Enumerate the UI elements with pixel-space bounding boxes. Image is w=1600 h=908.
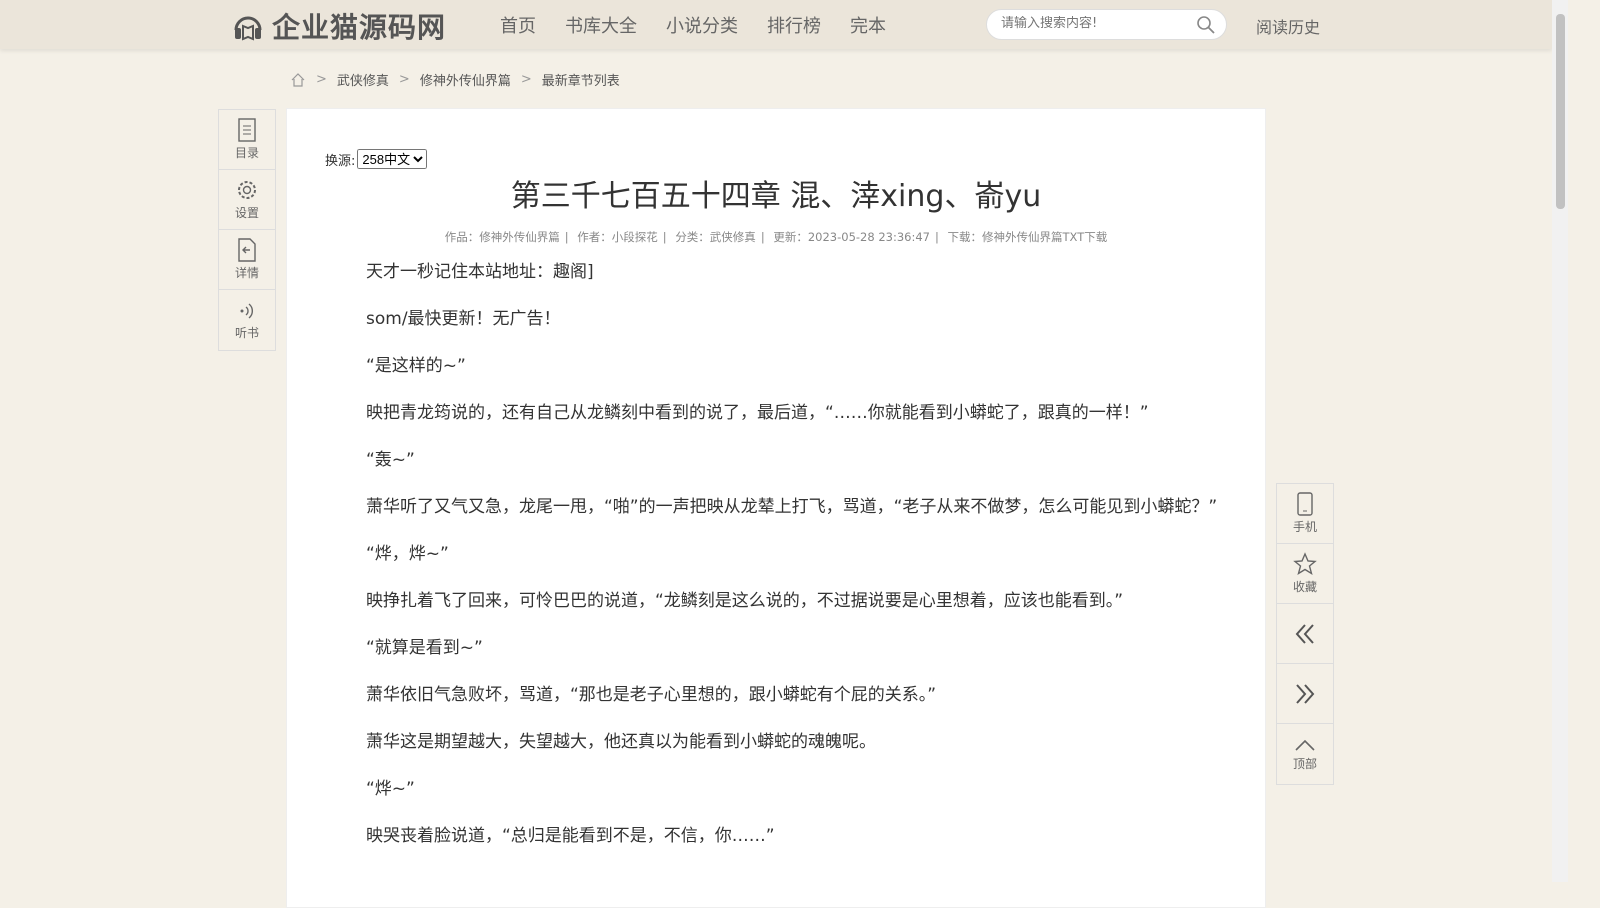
paragraph: “烨~”	[366, 779, 415, 799]
meta-author[interactable]: 作者：小段探花	[577, 230, 658, 244]
meta-sep: |	[564, 230, 569, 244]
left-toolbar: 目录 设置 详情 听书	[218, 109, 276, 351]
nav-categories[interactable]: 小说分类	[666, 12, 738, 38]
paragraph: “就算是看到~”	[366, 638, 483, 658]
scrollbar-thumb[interactable]	[1556, 14, 1565, 209]
audio-icon	[240, 302, 253, 319]
double-chevron-left-icon	[1295, 623, 1314, 644]
listen-button[interactable]: 听书	[219, 290, 275, 350]
right-toolbar: 手机 收藏 顶部	[1276, 483, 1334, 785]
nav-library[interactable]: 书库大全	[565, 12, 637, 38]
settings-button[interactable]: 设置	[219, 170, 275, 230]
breadcrumb: > 武侠修真 > 修神外传仙界篇 > 最新章节列表	[290, 70, 620, 89]
search-input[interactable]	[1001, 16, 1191, 31]
paragraph: 映哭丧着脸说道，“总归是能看到不是，不信，你……”	[366, 826, 775, 846]
paragraph: 天才一秒记住本站地址：趣阁]	[366, 262, 594, 282]
details-button[interactable]: 详情	[219, 230, 275, 290]
prev-chapter-button[interactable]	[1277, 604, 1333, 664]
next-chapter-button[interactable]	[1277, 664, 1333, 724]
paragraph: “烨，烨~”	[366, 544, 449, 564]
top-bar: 企业猫源码网 首页 书库大全 小说分类 排行榜 完本 阅读历史	[0, 0, 1552, 49]
scrollbar[interactable]	[1552, 0, 1568, 882]
double-chevron-right-icon	[1296, 683, 1315, 704]
meta-sep: |	[934, 230, 939, 244]
top-label: 顶部	[1292, 756, 1317, 771]
listen-label: 听书	[234, 325, 259, 340]
paragraph: 映把青龙筠说的，还有自己从龙鳞刻中看到的说了，最后道，“……你就能看到小蟒蛇了，…	[366, 403, 1149, 423]
toc-button[interactable]: 目录	[219, 110, 275, 170]
paragraph: “轰~”	[366, 450, 415, 470]
back-to-top-button[interactable]: 顶部	[1277, 724, 1333, 784]
site-name: 企业猫源码网	[272, 11, 447, 44]
nav-rankings[interactable]: 排行榜	[767, 12, 821, 38]
breadcrumb-sep: >	[520, 72, 532, 87]
meta-sep: |	[662, 230, 667, 244]
site-logo[interactable]: 企业猫源码网	[232, 6, 446, 46]
paragraph: som/最快更新！无广告！	[366, 309, 561, 329]
details-label: 详情	[234, 266, 259, 280]
chapter-meta: 作品：修神外传仙界篇 | 作者：小段探花 | 分类：武侠修真 | 更新：2023-05…	[287, 229, 1265, 245]
search-box	[986, 9, 1227, 40]
source-select[interactable]: 258中文	[357, 149, 428, 169]
main-nav: 首页 书库大全 小说分类 排行榜 完本	[500, 12, 886, 38]
headphone-book-icon	[234, 16, 262, 41]
meta-sep: |	[760, 230, 765, 244]
gear-icon	[238, 181, 256, 199]
home-icon[interactable]	[290, 72, 306, 88]
favorite-label: 收藏	[1292, 580, 1317, 594]
nav-completed[interactable]: 完本	[850, 12, 886, 38]
meta-updated: 更新：2023-05-28 23:36:47	[773, 230, 930, 244]
source-switcher: 换源: 258中文	[325, 149, 428, 169]
favorite-button[interactable]: 收藏	[1277, 544, 1333, 604]
chapter-content: 天才一秒记住本站地址：趣阁] som/最快更新！无广告！ “是这样的~” 映把青…	[331, 261, 1221, 872]
paragraph: 萧华依旧气急败坏，骂道，“那也是老子心里想的，跟小蟒蛇有个屁的关系。”	[366, 685, 937, 705]
paragraph: “是这样的~”	[366, 356, 466, 376]
paragraph: 萧华听了又气又急，龙尾一甩，“啪”的一声把映从龙辇上打飞，骂道，“老子从来不做梦…	[366, 497, 1218, 517]
document-arrow-icon	[238, 238, 256, 262]
breadcrumb-book[interactable]: 修神外传仙界篇	[420, 70, 511, 89]
search-icon[interactable]	[1196, 15, 1216, 35]
toc-label: 目录	[234, 146, 259, 160]
star-icon	[1293, 552, 1317, 576]
breadcrumb-chapter-list[interactable]: 最新章节列表	[542, 70, 620, 89]
meta-category[interactable]: 分类：武侠修真	[675, 230, 756, 244]
breadcrumb-sep: >	[316, 72, 327, 87]
mobile-label: 手机	[1292, 520, 1317, 534]
chevron-up-icon	[1295, 739, 1315, 751]
chapter-title: 第三千七百五十四章 混、涬xing、嵛yu	[510, 179, 1042, 214]
chapter-card: 换源: 258中文 第三千七百五十四章 混、涬xing、嵛yu 作品：修神外传仙…	[286, 108, 1266, 908]
settings-label: 设置	[234, 206, 259, 220]
breadcrumb-sep: >	[398, 72, 410, 87]
breadcrumb-category[interactable]: 武侠修真	[337, 70, 389, 89]
phone-icon	[1297, 492, 1313, 516]
list-icon	[238, 118, 256, 142]
mobile-button[interactable]: 手机	[1277, 484, 1333, 544]
nav-home[interactable]: 首页	[500, 12, 536, 38]
reading-history-link[interactable]: 阅读历史	[1256, 14, 1320, 38]
paragraph: 萧华这是期望越大，失望越大，他还真以为能看到小蟒蛇的魂魄呢。	[366, 732, 876, 752]
meta-download[interactable]: 下载：修神外传仙界篇TXT下载	[948, 230, 1108, 244]
meta-book[interactable]: 作品：修神外传仙界篇	[445, 230, 560, 244]
source-label: 换源:	[325, 153, 356, 169]
paragraph: 映挣扎着飞了回来，可怜巴巴的说道，“龙鳞刻是这么说的，不过据说要是心里想着，应该…	[366, 591, 1124, 611]
